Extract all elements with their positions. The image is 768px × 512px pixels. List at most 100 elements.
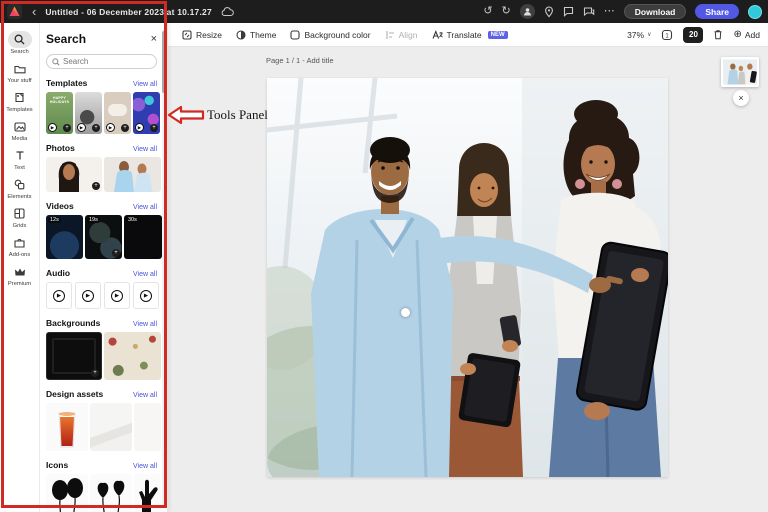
design-asset-thumbnail-3[interactable] (134, 403, 161, 451)
photo-thumbnail-2[interactable] (104, 157, 161, 192)
person-icon (523, 7, 532, 16)
template-thumbnail-3[interactable]: ▶ + (104, 92, 131, 134)
background-thumbnail-2[interactable] (104, 332, 161, 380)
new-badge: NEW (488, 31, 508, 39)
view-all-design-assets[interactable]: View all (133, 392, 157, 399)
sidebar-item-templates[interactable]: Templates (0, 89, 40, 113)
scrollbar-thumb[interactable] (162, 31, 166, 93)
premium-badge: + (92, 182, 100, 190)
photo-thumbnail-1[interactable]: + (46, 157, 102, 192)
duration-badge: 19s (87, 217, 100, 223)
resize-icon (182, 30, 192, 40)
view-all-backgrounds[interactable]: View all (133, 321, 157, 328)
page-thumbnail[interactable] (721, 57, 759, 87)
align-button[interactable]: Align (385, 30, 418, 40)
play-icon: ▶ (82, 290, 94, 302)
view-all-audio[interactable]: View all (133, 271, 157, 278)
play-icon: ▶ (106, 123, 115, 132)
premium-badge: + (63, 124, 71, 132)
chevron-down-icon: ∨ (647, 31, 651, 38)
more-options-button[interactable]: ⋯ (604, 0, 615, 23)
presence-avatar-button[interactable] (520, 4, 535, 19)
page-title-label[interactable]: Page 1 / 1 - Add title (266, 56, 334, 65)
sidebar-item-search[interactable]: Search (0, 31, 40, 55)
icon-thumbnail-heart-balloons[interactable] (90, 474, 132, 512)
templates-icon (8, 89, 32, 106)
section-title-photos: Photos (46, 143, 75, 153)
audio-thumbnail-3[interactable]: ▶ (104, 282, 130, 309)
title-bar: ‹ Untitled - 06 December 2023 at 10.17.2… (0, 0, 768, 23)
audio-thumbnail-1[interactable]: ▶ (46, 282, 72, 309)
undo-button[interactable]: ↺ (483, 0, 492, 23)
duplicate-page-button[interactable]: 1 (661, 29, 673, 41)
audio-thumbnail-4[interactable]: ▶ (133, 282, 159, 309)
premium-badge: + (150, 124, 158, 132)
collaborator-cursor-dot (401, 308, 410, 317)
play-icon: ▶ (48, 123, 57, 132)
view-all-photos[interactable]: View all (133, 146, 157, 153)
document-title[interactable]: Untitled - 06 December 2023 at 10.17.27 (45, 7, 212, 17)
delete-page-button[interactable] (713, 29, 723, 40)
sidebar-item-grids[interactable]: Grids (0, 205, 40, 229)
panel-scrollbar[interactable] (162, 29, 166, 507)
template-thumbnail-1[interactable]: HAPPY HOLIDAYS ▶ + (46, 92, 73, 134)
background-color-button[interactable]: Background color (290, 30, 370, 40)
audio-thumbnail-2[interactable]: ▶ (75, 282, 101, 309)
section-title-audio: Audio (46, 268, 70, 278)
translate-button[interactable]: Translate NEW (432, 30, 508, 40)
comment-button[interactable] (563, 6, 574, 17)
redo-button[interactable]: ↻ (502, 0, 511, 23)
design-asset-thumbnail-2[interactable] (90, 403, 132, 451)
video-thumbnail-2[interactable]: 19s + (85, 215, 122, 259)
add-page-button[interactable]: ⊕ Add (733, 29, 760, 40)
sidebar-item-elements[interactable]: Elements (0, 176, 40, 200)
back-button[interactable]: ‹ (32, 2, 36, 22)
design-asset-thumbnail-1[interactable] (46, 403, 88, 451)
section-title-design-assets: Design assets (46, 389, 103, 399)
sidebar-item-add-ons[interactable]: Add-ons (0, 234, 40, 258)
pin-button[interactable] (544, 6, 554, 18)
video-thumbnail-3[interactable]: 30s (124, 215, 162, 259)
page-duration-button[interactable]: 20 (683, 27, 703, 43)
grids-icon (8, 205, 32, 222)
sidebar-item-text[interactable]: Text (0, 147, 40, 171)
translate-icon (432, 30, 443, 40)
folder-icon (8, 60, 32, 77)
section-title-backgrounds: Backgrounds (46, 318, 100, 328)
panel-title: Search (46, 32, 86, 46)
close-thumbnail-button[interactable]: × (733, 90, 749, 106)
view-all-icons[interactable]: View all (133, 463, 157, 470)
search-icon (52, 58, 60, 66)
search-input[interactable] (63, 57, 143, 66)
icon-thumbnail-balloons[interactable] (46, 474, 88, 512)
photo-three-people-tablet (267, 78, 668, 477)
background-thumbnail-1[interactable]: + (46, 332, 102, 380)
download-button[interactable]: Download (624, 4, 687, 19)
resize-button[interactable]: Resize (182, 30, 222, 40)
feedback-button[interactable] (583, 6, 595, 17)
duration-badge: 12s (48, 217, 61, 223)
zoom-level-dropdown[interactable]: 37% ∨ (627, 30, 651, 40)
icon-thumbnail-hand[interactable] (134, 474, 161, 512)
section-title-templates: Templates (46, 78, 87, 88)
view-all-videos[interactable]: View all (133, 204, 157, 211)
video-thumbnail-1[interactable]: 12s (46, 215, 83, 259)
theme-button[interactable]: Theme (236, 30, 276, 40)
canvas-image[interactable] (267, 78, 668, 477)
sidebar-item-premium[interactable]: Premium (0, 263, 40, 287)
cloud-sync-icon (221, 7, 234, 17)
close-panel-button[interactable]: × (151, 34, 157, 44)
sidebar-item-media[interactable]: Media (0, 118, 40, 142)
sidebar-item-your-stuff[interactable]: Your stuff (0, 60, 40, 84)
svg-text:1: 1 (666, 33, 670, 39)
share-button[interactable]: Share (695, 4, 739, 19)
view-all-templates[interactable]: View all (133, 81, 157, 88)
premium-badge: + (121, 124, 129, 132)
search-input-wrapper (46, 54, 157, 69)
user-avatar[interactable] (748, 5, 762, 19)
premium-badge: + (91, 369, 99, 377)
template-thumbnail-4[interactable]: ▶ + (133, 92, 160, 134)
template-thumbnail-2[interactable]: ▶ + (75, 92, 102, 134)
annotation-label: Tools Panel (207, 107, 268, 123)
adobe-express-logo[interactable] (7, 4, 22, 19)
